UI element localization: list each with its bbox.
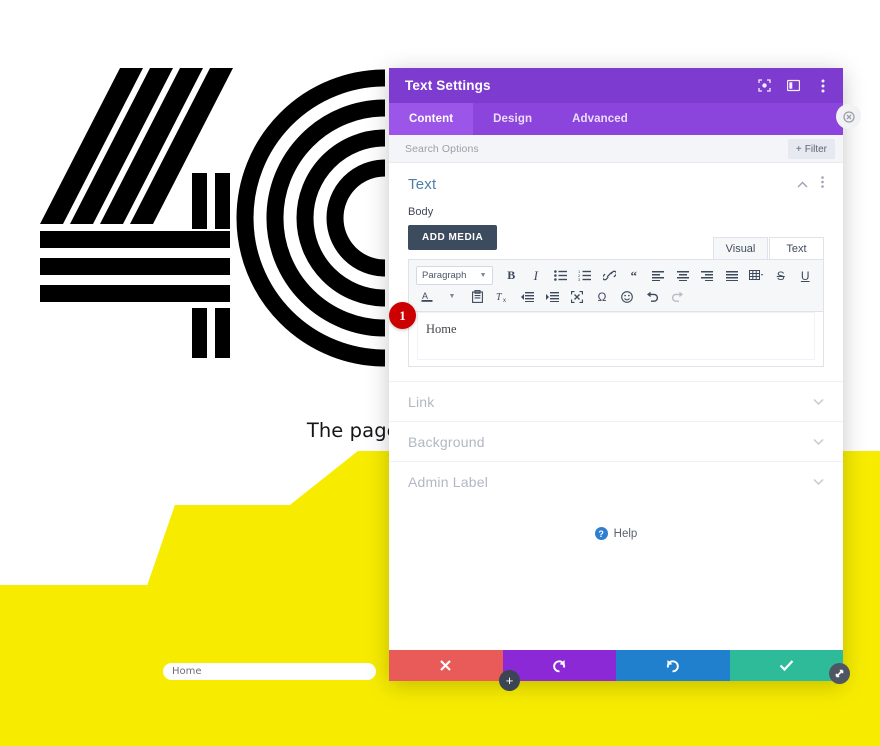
- group-admin-label[interactable]: Admin Label: [389, 461, 843, 501]
- plus-icon: +: [505, 673, 514, 688]
- text-group: Text Body ADD MEDIA Visual Text Paragrap…: [389, 163, 843, 367]
- svg-text:x: x: [503, 298, 506, 303]
- editor-content-area[interactable]: 1 Home: [389, 302, 823, 366]
- tab-content[interactable]: Content: [389, 103, 474, 135]
- chevron-down-icon[interactable]: ▼: [441, 287, 463, 307]
- table-icon[interactable]: [746, 266, 768, 286]
- svg-text:A: A: [422, 291, 428, 301]
- group-admin-label-label: Admin Label: [408, 473, 489, 490]
- resize-handle-icon: [835, 669, 844, 678]
- search-input[interactable]: Search Options: [405, 143, 479, 155]
- discard-changes-button[interactable]: [389, 650, 503, 681]
- plus-icon: +: [795, 143, 802, 155]
- outdent-icon[interactable]: [516, 287, 538, 307]
- home-input-value: Home: [172, 666, 202, 677]
- help-label: Help: [613, 527, 638, 540]
- align-right-icon[interactable]: [697, 266, 719, 286]
- more-options-icon[interactable]: [815, 78, 830, 93]
- svg-text:3: 3: [578, 277, 581, 281]
- body-field-label: Body: [408, 206, 434, 218]
- toolbar-row-2: A ▼ Tx Ω: [416, 286, 816, 307]
- text-group-title: Text: [408, 175, 437, 193]
- resize-handle[interactable]: [829, 663, 850, 684]
- redo-icon: [667, 660, 679, 673]
- text-group-header: Text: [408, 175, 824, 193]
- chevron-down-icon: [813, 396, 824, 408]
- blockquote-icon[interactable]: “: [623, 266, 645, 286]
- save-changes-button[interactable]: [729, 650, 843, 681]
- graphic-404: [40, 68, 386, 367]
- toolbar-row-1: Paragraph ▼ B I 123 “ S U: [416, 265, 816, 286]
- wysiwyg-editor: Visual Text Paragraph ▼ B I 1 2 3 “ S U …: [389, 237, 824, 367]
- tab-advanced[interactable]: Advanced: [552, 103, 648, 135]
- align-justify-icon[interactable]: [721, 266, 743, 286]
- add-media-button[interactable]: ADD MEDIA: [408, 225, 498, 250]
- numbered-list-icon[interactable]: 123: [574, 266, 596, 286]
- question-mark-icon: ?: [594, 527, 608, 540]
- group-background-label: Background: [408, 433, 485, 450]
- tab-text[interactable]: Text: [769, 237, 824, 259]
- editor-mode-tabs: Visual Text: [713, 237, 824, 259]
- add-module-button[interactable]: +: [499, 670, 520, 691]
- undo-icon: [553, 660, 565, 673]
- tab-design[interactable]: Design: [473, 103, 552, 135]
- underline-icon[interactable]: U: [795, 266, 817, 286]
- indent-icon[interactable]: [541, 287, 563, 307]
- split-layout-icon[interactable]: [786, 78, 801, 93]
- filter-button[interactable]: + Filter: [787, 139, 835, 159]
- link-icon[interactable]: [599, 266, 621, 286]
- more-options-icon[interactable]: [821, 175, 824, 193]
- editor-text: Home: [426, 322, 457, 336]
- chevron-down-icon: [813, 476, 824, 488]
- redo-icon[interactable]: [666, 287, 688, 307]
- focus-mode-icon[interactable]: [757, 78, 772, 93]
- group-background[interactable]: Background: [389, 421, 843, 461]
- help-link[interactable]: ? Help: [389, 527, 843, 540]
- text-settings-modal: Text Settings Content Design Advanced Se…: [389, 68, 843, 681]
- italic-icon[interactable]: I: [525, 266, 547, 286]
- emoji-icon[interactable]: [616, 287, 638, 307]
- editor-toolbar: Paragraph ▼ B I 123 “ S U A ▼ T x Ω: [409, 260, 823, 312]
- modal-title: Text Settings: [405, 78, 491, 93]
- check-icon: [779, 660, 794, 672]
- modal-footer: [389, 650, 843, 681]
- paragraph-format-value: Paragraph: [422, 270, 467, 281]
- home-input-field[interactable]: Home: [163, 663, 376, 680]
- group-link-label: Link: [408, 393, 435, 410]
- svg-text:T: T: [496, 292, 503, 303]
- tab-visual[interactable]: Visual: [713, 237, 768, 259]
- paragraph-format-select[interactable]: Paragraph ▼: [416, 266, 493, 285]
- close-icon: [440, 660, 452, 671]
- close-panel-button[interactable]: [836, 104, 861, 129]
- chevron-down-icon: [813, 436, 824, 448]
- modal-header-actions: [757, 78, 830, 93]
- redo-button[interactable]: [616, 650, 730, 681]
- step-badge-1: 1: [389, 302, 416, 329]
- modal-header: Text Settings: [389, 68, 843, 103]
- fullscreen-icon[interactable]: [566, 287, 588, 307]
- chevron-down-icon: ▼: [479, 272, 487, 279]
- modal-body: Text Body ADD MEDIA Visual Text Paragrap…: [389, 163, 843, 650]
- search-options-bar: Search Options + Filter: [389, 135, 843, 163]
- undo-icon[interactable]: [641, 287, 663, 307]
- paste-as-text-icon[interactable]: [466, 287, 488, 307]
- undo-button[interactable]: [502, 650, 616, 681]
- align-left-icon[interactable]: [648, 266, 670, 286]
- strikethrough-icon[interactable]: S: [770, 266, 792, 286]
- filter-label: Filter: [804, 143, 827, 155]
- clear-formatting-icon[interactable]: Tx: [491, 287, 513, 307]
- close-icon: [842, 110, 855, 123]
- special-character-icon[interactable]: Ω: [591, 287, 613, 307]
- text-group-controls: [797, 175, 824, 193]
- bold-icon[interactable]: B: [501, 266, 523, 286]
- modal-tab-bar: Content Design Advanced: [389, 103, 843, 135]
- bullet-list-icon[interactable]: [550, 266, 572, 286]
- text-color-icon[interactable]: A: [416, 287, 438, 307]
- chevron-up-icon[interactable]: [797, 175, 808, 193]
- group-link[interactable]: Link: [389, 381, 843, 421]
- collapsed-groups: Link Background Admin Label: [389, 381, 843, 501]
- editor-box: Paragraph ▼ B I 123 “ S U A ▼ T x Ω 1 Ho…: [389, 259, 824, 367]
- align-center-icon[interactable]: [672, 266, 694, 286]
